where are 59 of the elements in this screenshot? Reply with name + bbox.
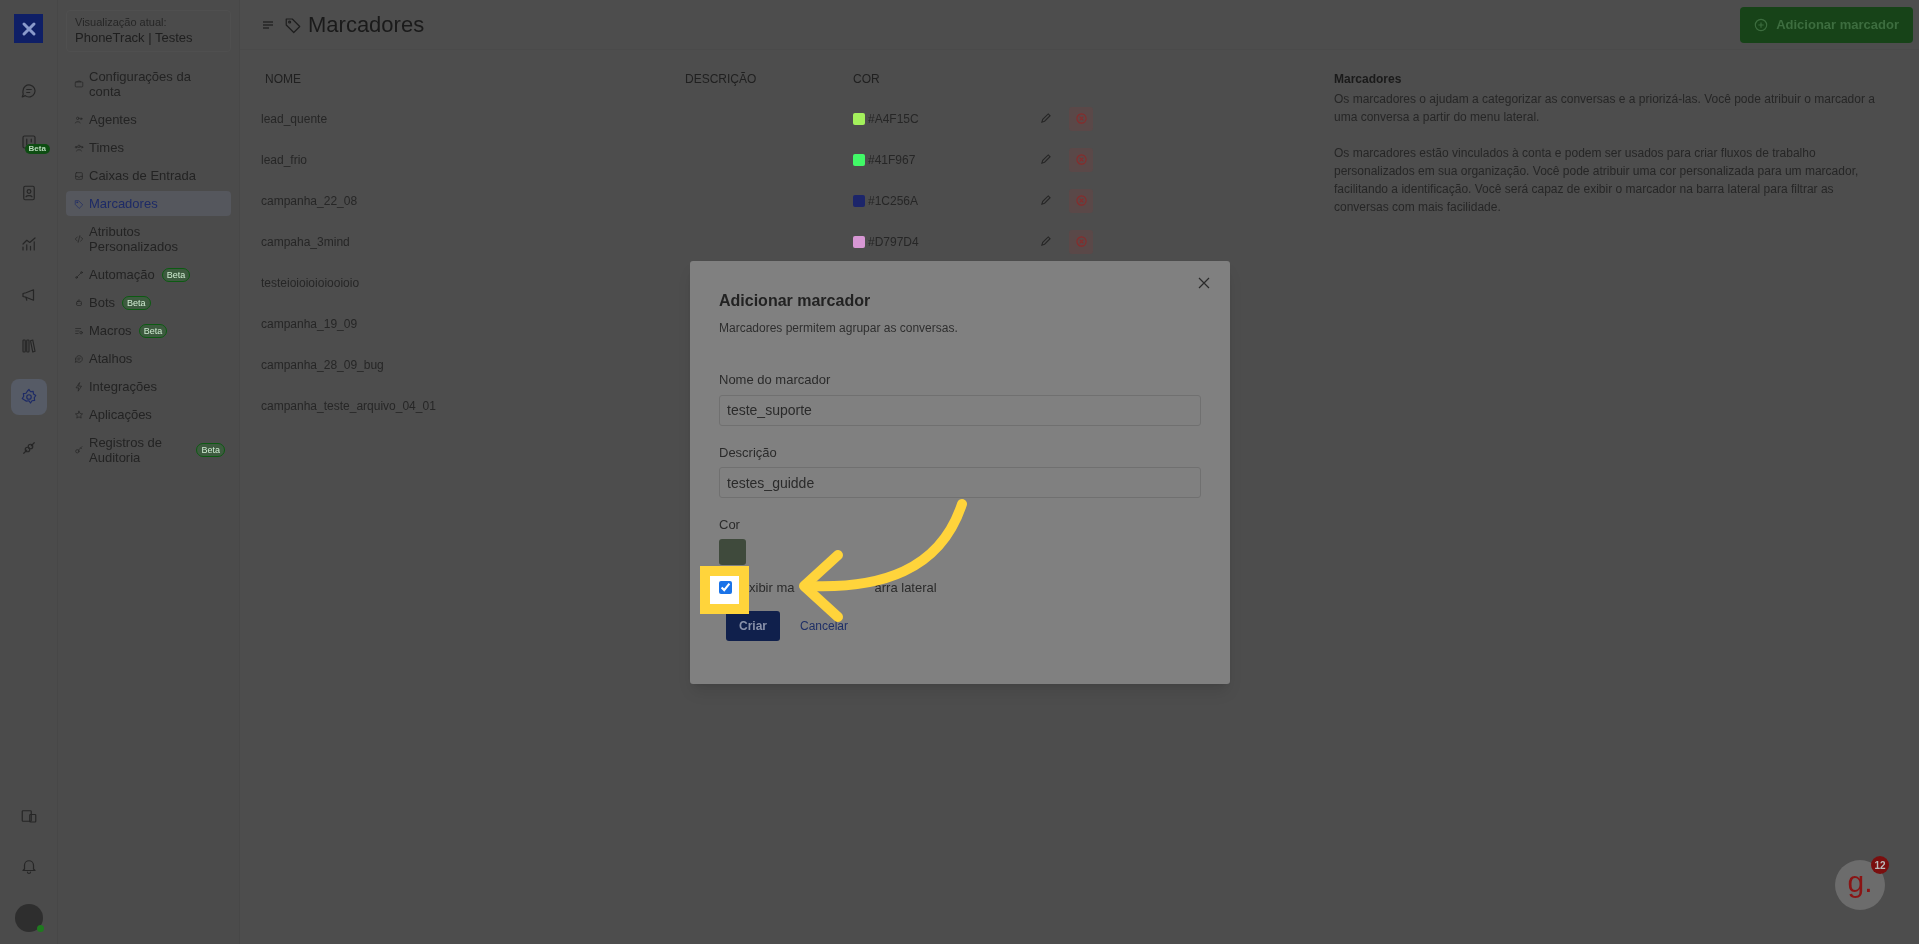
menu-icon <box>262 18 274 31</box>
checkbox-label: xibir ma <box>749 578 795 597</box>
bell-icon <box>19 857 38 875</box>
notification-count-badge: 12 <box>1871 856 1889 874</box>
beta-badge: Beta <box>161 267 191 282</box>
briefcase-icon <box>74 79 84 89</box>
checkbox-label: arra lateral <box>874 578 937 597</box>
delete-button[interactable] <box>1069 188 1093 213</box>
field-label: Nome do marcador <box>719 371 832 389</box>
people-icon <box>74 114 84 125</box>
logo-mark-icon <box>20 20 37 37</box>
close-icon <box>1198 277 1210 289</box>
close-circle-icon <box>1075 236 1087 247</box>
delete-button[interactable] <box>1069 229 1093 254</box>
pencil-icon <box>1039 154 1051 165</box>
robot-icon <box>74 297 84 308</box>
text-field[interactable]: teste_suporte <box>719 394 1201 426</box>
settings-icon <box>19 388 38 406</box>
beta-badge: Beta <box>122 295 151 310</box>
delete-button[interactable] <box>1069 147 1093 172</box>
field-label: Descrição <box>719 443 778 462</box>
tag-icon <box>74 198 84 209</box>
team-icon <box>74 142 84 153</box>
checkbox[interactable] <box>719 581 732 594</box>
delete-button[interactable] <box>1069 106 1093 131</box>
key-icon <box>74 445 84 455</box>
pencil-icon <box>1039 236 1051 247</box>
pencil-icon <box>1039 113 1051 124</box>
chart-icon <box>19 235 38 253</box>
list-icon <box>74 325 84 336</box>
color-picker[interactable] <box>719 538 746 565</box>
text-field[interactable]: testes_guidde <box>719 467 1201 498</box>
dialog-subtitle: Marcadores permitem agrupar as conversas. <box>719 320 959 337</box>
pencil-icon <box>1039 195 1051 206</box>
tag-icon <box>284 15 302 34</box>
close-circle-icon <box>1075 195 1087 206</box>
beta-badge: Beta <box>24 144 50 154</box>
create-button[interactable]: Criar <box>726 610 780 641</box>
chat-bubble-icon <box>19 82 38 100</box>
panel-icon <box>19 807 38 825</box>
books-icon <box>19 337 38 355</box>
field-label: Cor <box>719 516 741 534</box>
plus-circle-icon <box>1754 17 1769 32</box>
dialog-title: Adicionar marcador <box>719 291 872 311</box>
lightning-icon <box>74 381 84 392</box>
rail-nav-button[interactable] <box>10 379 47 415</box>
cancel-link[interactable]: Cancelar <box>800 616 849 635</box>
code-icon <box>74 234 84 244</box>
app-logo[interactable] <box>14 14 43 43</box>
rail-nav-button[interactable]: Beta <box>10 124 47 160</box>
settings-menu-item[interactable]: Marcadores <box>66 191 231 216</box>
inbox-icon <box>74 170 84 181</box>
beta-badge: Beta <box>196 443 225 457</box>
beta-badge: Beta <box>138 323 168 338</box>
close-circle-icon <box>1075 113 1087 124</box>
user-avatar[interactable] <box>14 904 43 932</box>
link-icon <box>74 269 84 280</box>
close-circle-icon <box>1075 154 1087 165</box>
chat-bubble-icon <box>74 353 84 364</box>
